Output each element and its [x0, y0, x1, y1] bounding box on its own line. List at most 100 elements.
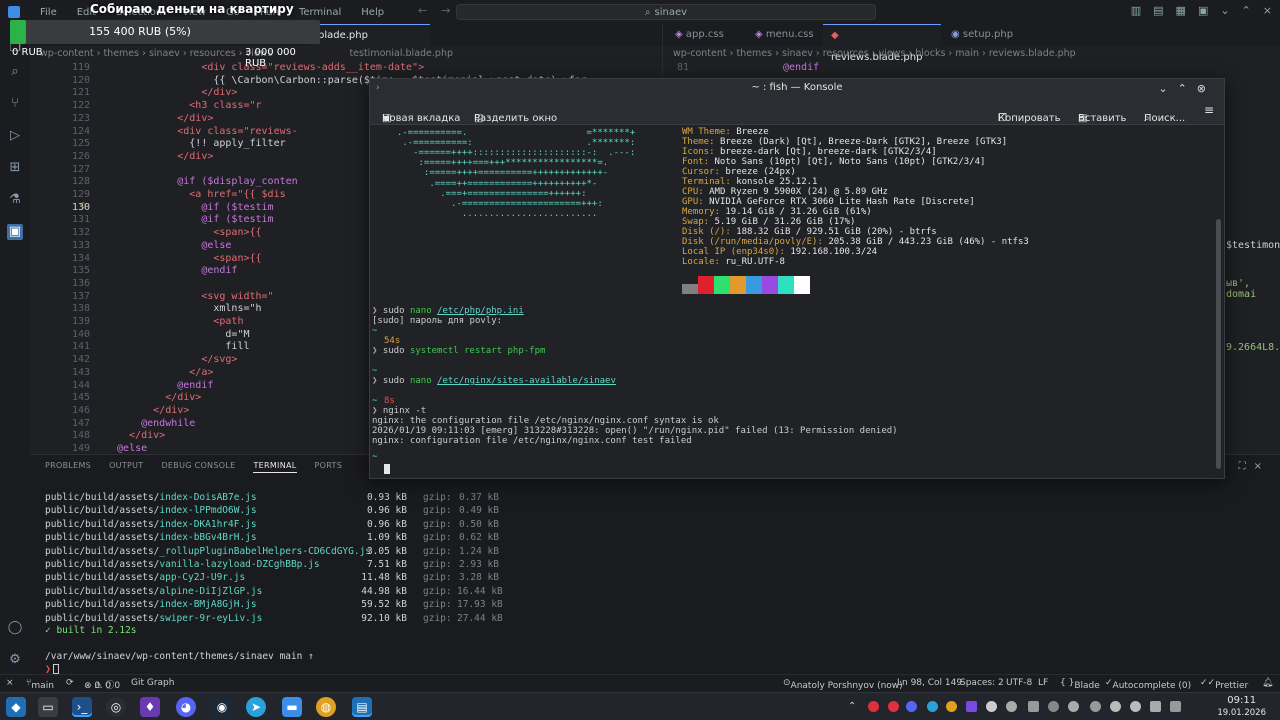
layout-icon[interactable]: ▥: [1131, 4, 1141, 17]
problems-indicator[interactable]: ⊗ 0 ⚠ 0 ⓘ 0: [84, 678, 120, 691]
tray-clipboard-icon[interactable]: [1028, 701, 1039, 712]
git-blame[interactable]: ⊙ Anatoly Porshnyov (now): [783, 678, 903, 691]
konsole-titlebar[interactable]: › ~ : fish — Konsole ⌄⌃⊗: [370, 79, 1224, 97]
tray-record-icon[interactable]: [868, 701, 879, 712]
panel-toggle-icon[interactable]: ▤: [1153, 4, 1163, 17]
prettier[interactable]: ✓✓ Prettier: [1200, 678, 1248, 691]
clock[interactable]: 09:11 19.01.2026: [1217, 695, 1266, 719]
tab-menu-css[interactable]: ◈ menu.css: [747, 24, 822, 46]
tray-media-icon[interactable]: [1068, 701, 1079, 712]
build-gzip: 2.93 kB: [458, 558, 499, 570]
tray-update-icon[interactable]: [986, 701, 997, 712]
source-control-icon[interactable]: ⑂: [7, 96, 23, 112]
account-icon[interactable]: ◯: [7, 620, 23, 636]
tray-bluetooth-icon[interactable]: [1130, 701, 1141, 712]
maximize-icon[interactable]: ⌃: [1178, 82, 1197, 95]
code-text: @else: [105, 239, 232, 251]
telegram-icon[interactable]: ➤: [246, 697, 266, 717]
indentation[interactable]: Spaces: 2: [960, 678, 1004, 688]
tray-chrome-icon[interactable]: [946, 701, 957, 712]
close-icon[interactable]: ⊗: [1197, 82, 1216, 95]
chrome-icon[interactable]: ◍: [316, 697, 336, 717]
terminal-output[interactable]: public/build/assets/index-DoisAB7e.js 0.9…: [45, 491, 745, 625]
command-part: nano: [409, 306, 432, 316]
git-graph-button[interactable]: Git Graph: [131, 678, 174, 688]
encoding[interactable]: UTF-8: [1006, 678, 1032, 688]
konsole-icon[interactable]: ›_: [72, 697, 92, 717]
tab-terminal[interactable]: TERMINAL: [253, 461, 297, 473]
test-icon[interactable]: ⚗: [7, 192, 23, 208]
language-mode[interactable]: { } Blade: [1060, 678, 1100, 691]
sidebar-toggle-icon[interactable]: ▦: [1176, 4, 1186, 17]
build-filename: index-BMjA8GjH.js: [159, 599, 257, 611]
notifications-icon[interactable]: 🔔︎: [1262, 678, 1273, 688]
terminal-app-icon[interactable]: ◎: [106, 697, 126, 717]
discord-icon[interactable]: ◕: [176, 697, 196, 717]
search-icon[interactable]: ⌕: [7, 64, 23, 80]
pager-icon[interactable]: ▭: [38, 697, 58, 717]
fastfetch-key: Memory:: [682, 207, 720, 217]
tab-setup-php[interactable]: ◉ setup.php: [943, 24, 1021, 46]
customize-layout-icon[interactable]: ▣: [1198, 4, 1208, 17]
gear-icon[interactable]: ⚙: [7, 652, 23, 668]
breadcrumb-item[interactable]: blocks: [915, 48, 945, 59]
duration: 8s: [384, 396, 395, 406]
tray-record2-icon[interactable]: [888, 701, 899, 712]
obsidian-icon[interactable]: ♦: [140, 697, 160, 717]
autocomplete-label: Autocomplete (0): [1112, 681, 1192, 691]
tab-testimonial[interactable]: blade.php: [310, 24, 430, 46]
lightbulb-icon[interactable]: 💡︎: [80, 202, 86, 212]
sync-icon[interactable]: ⟳: [66, 678, 74, 688]
build-gzip: 16.44 kB: [457, 585, 503, 597]
tab-app-css[interactable]: ◈ app.css: [667, 24, 732, 46]
tray-audio-icon[interactable]: [1048, 701, 1059, 712]
breadcrumb-item[interactable]: sinaev: [782, 48, 813, 59]
eol[interactable]: LF: [1038, 678, 1048, 688]
close-panel-icon[interactable]: ×: [1254, 461, 1270, 472]
autocomplete[interactable]: ✓ Autocomplete (0): [1105, 678, 1191, 691]
remote-icon[interactable]: ⨯: [6, 678, 14, 688]
cursor-position[interactable]: Ln 98, Col 149: [897, 678, 962, 688]
breadcrumb-item[interactable]: themes: [736, 48, 772, 59]
menu-help[interactable]: Help: [351, 7, 394, 18]
breadcrumb-item[interactable]: main: [955, 48, 979, 59]
file-manager-icon[interactable]: ▬: [282, 697, 302, 717]
steam-icon[interactable]: ◉: [212, 697, 232, 717]
tray-steam-icon[interactable]: [1006, 701, 1017, 712]
tray-app-icon[interactable]: [966, 701, 977, 712]
tray-telegram-icon[interactable]: [927, 701, 938, 712]
breadcrumb-item[interactable]: views: [879, 48, 906, 59]
fastfetch-row: Theme: Breeze (Dark) [Qt], Breeze-Dark […: [682, 137, 1007, 147]
breadcrumb-item[interactable]: reviews.blade.php: [989, 48, 1076, 59]
tab-ports[interactable]: PORTS: [315, 461, 343, 473]
hamburger-menu-icon[interactable]: ≡: [1204, 103, 1214, 117]
minimize-icon[interactable]: ⌄: [1220, 4, 1229, 17]
tab-reviews-blade[interactable]: ◆ reviews.blade.php: [823, 24, 941, 63]
vscode-icon[interactable]: ▤: [352, 697, 372, 717]
breadcrumb-file[interactable]: testimonial.blade.php: [349, 48, 453, 59]
command-center[interactable]: ⌕ sinaev: [456, 4, 876, 20]
tab-output[interactable]: OUTPUT: [109, 461, 143, 473]
tray-network-icon[interactable]: [1090, 701, 1101, 712]
build-row: public/build/assets/index-DKA1hr4F.js 0.9…: [45, 518, 745, 531]
tray-notifications-icon[interactable]: [1150, 701, 1161, 712]
tab-problems[interactable]: PROBLEMS: [45, 461, 91, 473]
remote-explorer-icon[interactable]: ▣: [7, 224, 23, 240]
tray-up-icon[interactable]: ⌃: [848, 701, 859, 712]
breadcrumb-item[interactable]: resources: [823, 48, 869, 59]
maximize-panel-icon[interactable]: ⛶: [1239, 461, 1254, 472]
tray-volume-icon[interactable]: [1110, 701, 1121, 712]
konsole-terminal[interactable]: .-==========. =*******+ .-==========: .*…: [370, 126, 1214, 478]
extensions-icon[interactable]: ⊞: [7, 160, 23, 176]
run-debug-icon[interactable]: ▷: [7, 128, 23, 144]
tray-discord-icon[interactable]: [906, 701, 917, 712]
app-launcher-icon[interactable]: ◆: [6, 697, 26, 717]
tray-battery-icon[interactable]: [1170, 701, 1181, 712]
breadcrumb-item[interactable]: wp-content: [673, 48, 727, 59]
branch-indicator[interactable]: ⑂ main: [26, 678, 54, 691]
tab-debug-console[interactable]: DEBUG CONSOLE: [161, 461, 235, 473]
maximize-icon[interactable]: ⌃: [1242, 4, 1251, 17]
minimize-icon[interactable]: ⌄: [1158, 82, 1177, 95]
close-icon[interactable]: ×: [1263, 4, 1272, 17]
konsole-scrollbar[interactable]: [1216, 219, 1221, 469]
